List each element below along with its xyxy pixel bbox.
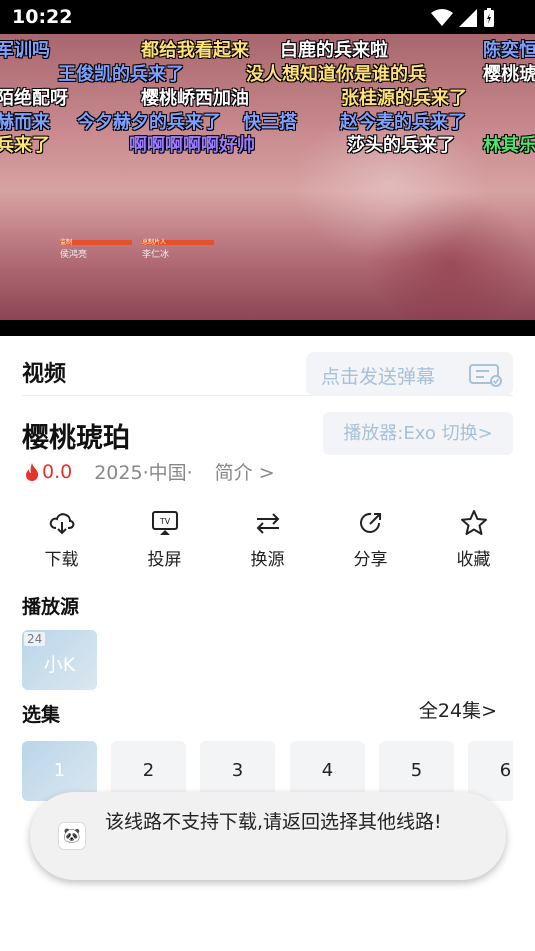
- action-bar: 下载 TV 投屏 换源 分享 收藏: [10, 508, 525, 570]
- danmaku-item: 白鹿的兵来啦: [280, 40, 388, 61]
- danmaku-item: 樱桃峤西加油: [141, 88, 249, 109]
- credit-name: 侯鸿亮: [60, 250, 88, 260]
- intro-link[interactable]: 简介 >: [215, 458, 275, 485]
- download-icon: [49, 513, 74, 535]
- tab-video[interactable]: 视频: [22, 356, 66, 388]
- download-button[interactable]: 下载: [10, 508, 113, 570]
- danmaku-item: 樱桃琥: [483, 64, 535, 85]
- danmaku-item: 啊啊啊啊啊好帅: [129, 135, 255, 156]
- download-label: 下载: [44, 550, 79, 570]
- danmaku-item: 陌绝配呀: [0, 88, 68, 109]
- danmaku-settings-icon[interactable]: [469, 363, 503, 387]
- battery-icon: [484, 8, 494, 27]
- movie-meta: 0.0 2025·中国· 简介 >: [24, 458, 275, 485]
- cast-button[interactable]: TV 投屏: [113, 508, 216, 570]
- danmaku-item: 兵来了: [0, 135, 50, 156]
- source-episode-count: 24: [24, 632, 46, 646]
- all-episodes-link[interactable]: 全24集>: [419, 696, 497, 723]
- signal-icon: [459, 9, 477, 27]
- swap-icon: [256, 513, 279, 534]
- danmaku-item: 莎头的兵来了: [347, 135, 455, 156]
- credit-name: 李仁冰: [142, 250, 170, 260]
- share-label: 分享: [353, 550, 388, 570]
- star-icon: [460, 510, 487, 535]
- share-icon: [359, 512, 381, 533]
- tab-row: 视频 点击发送弹幕: [22, 344, 513, 396]
- danmaku-item: 林其乐: [483, 135, 535, 156]
- danmaku-item: 都给我看起来: [141, 40, 249, 61]
- favorite-label: 收藏: [456, 550, 491, 570]
- tv-cast-icon: TV: [151, 511, 178, 535]
- danmaku-send-input[interactable]: 点击发送弹幕: [306, 352, 513, 396]
- video-player[interactable]: 军训吗 都给我看起来 白鹿的兵来啦 陈奕恒 王俊凯的兵来了 没人想知道你是谁的兵…: [0, 34, 535, 336]
- danmaku-item: 王俊凯的兵来了: [58, 64, 184, 85]
- switch-source-button[interactable]: 换源: [216, 508, 319, 570]
- movie-title: 樱桃琥珀: [22, 423, 130, 454]
- wifi-icon: [431, 9, 453, 26]
- cast-label: 投屏: [147, 550, 182, 570]
- credit-role: 总制片人: [142, 240, 214, 246]
- toast-text: 该线路不支持下载,请返回选择其他线路!: [105, 811, 442, 833]
- flame-icon: [26, 462, 39, 481]
- source-section-title: 播放源: [22, 596, 80, 618]
- status-icons: [431, 8, 495, 28]
- source-chip[interactable]: 24 小K: [22, 630, 97, 690]
- favorite-button[interactable]: 收藏: [422, 508, 525, 570]
- danmaku-item: 张桂源的兵来了: [341, 88, 467, 109]
- danmaku-item: 陈奕恒: [483, 40, 535, 61]
- status-bar: 10:22: [0, 0, 535, 34]
- switch-source-label: 换源: [250, 550, 285, 570]
- video-credit: 监制 侯鸿亮: [60, 240, 132, 260]
- movie-score-value: 0.0: [42, 460, 73, 483]
- episode-item[interactable]: 6: [468, 741, 513, 801]
- movie-score: 0.0: [24, 461, 72, 483]
- source-name: 小K: [43, 654, 76, 676]
- danmaku-item: 军训吗: [0, 40, 50, 61]
- toast-message: 🐼 该线路不支持下载,请返回选择其他线路!: [30, 792, 506, 880]
- credit-role: 监制: [60, 240, 132, 246]
- video-bottom-bar: [0, 320, 535, 336]
- episode-section-title: 选集: [22, 704, 61, 726]
- danmaku-item: 没人想知道你是谁的兵: [246, 64, 426, 85]
- player-switch-button[interactable]: 播放器:Exo 切换>: [323, 412, 513, 455]
- share-button[interactable]: 分享: [319, 508, 422, 570]
- app-logo-icon: 🐼: [58, 822, 86, 850]
- movie-year-region: 2025·中国·: [94, 462, 193, 484]
- video-credit: 总制片人 李仁冰: [142, 240, 214, 260]
- svg-text:TV: TV: [158, 517, 170, 526]
- danmaku-input-placeholder: 点击发送弹幕: [321, 366, 436, 388]
- status-time: 10:22: [12, 6, 73, 28]
